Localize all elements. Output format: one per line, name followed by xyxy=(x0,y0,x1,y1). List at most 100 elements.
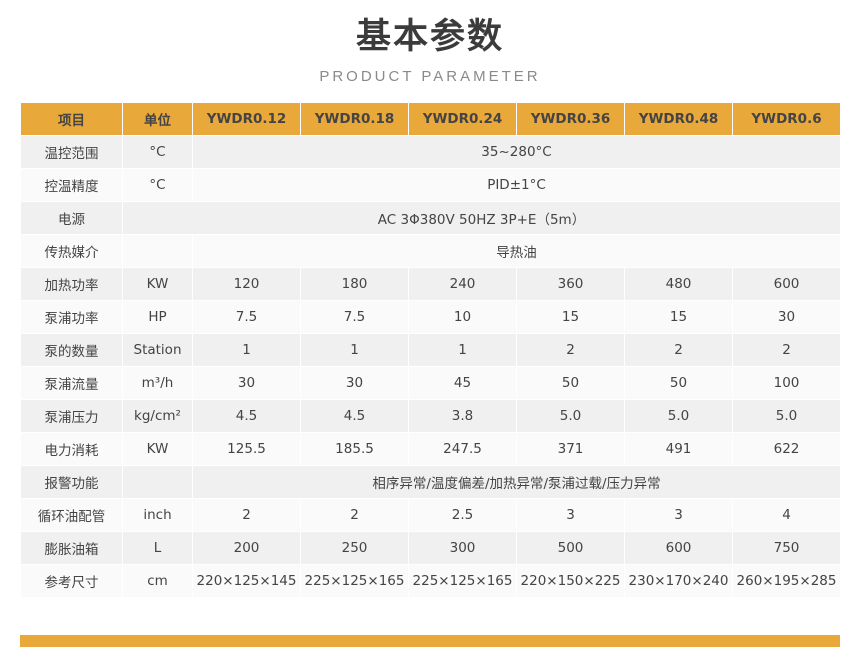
column-header-item: 项目 xyxy=(20,102,123,136)
row-merged-value: AC 3Φ380V 50HZ 3P+E（5m） xyxy=(122,201,841,235)
row-label: 控温精度 xyxy=(20,168,123,202)
row-value: 2 xyxy=(732,333,841,367)
column-header-model-4: YWDR0.36 xyxy=(516,102,625,136)
row-unit: KW xyxy=(122,267,193,301)
table-row: 参考尺寸 cm 220×125×145 225×125×165 225×125×… xyxy=(20,564,841,598)
table-row: 电力消耗 KW 125.5 185.5 247.5 371 491 622 xyxy=(20,432,841,466)
row-value: 125.5 xyxy=(192,432,301,466)
row-value: 7.5 xyxy=(300,300,409,334)
table-row: 加热功率 KW 120 180 240 360 480 600 xyxy=(20,267,841,301)
row-unit xyxy=(122,234,193,268)
row-value: 2 xyxy=(300,498,409,532)
row-value: 1 xyxy=(300,333,409,367)
row-unit: L xyxy=(122,531,193,565)
row-value: 220×125×145 xyxy=(192,564,301,598)
table-body: 温控范围 °C 35~280°C 控温精度 °C PID±1°C 电源 AC 3… xyxy=(20,135,841,598)
row-value: 50 xyxy=(516,366,625,400)
row-value: 120 xyxy=(192,267,301,301)
row-value: 240 xyxy=(408,267,517,301)
row-merged-value: 导热油 xyxy=(192,234,841,268)
row-unit: cm xyxy=(122,564,193,598)
row-value: 260×195×285 xyxy=(732,564,841,598)
table-row: 泵的数量 Station 1 1 1 2 2 2 xyxy=(20,333,841,367)
row-value: 4 xyxy=(732,498,841,532)
product-parameter-page: 基本参数 PRODUCT PARAMETER 项目 单位 YWDR0.12 YW… xyxy=(0,0,860,647)
row-value: 30 xyxy=(300,366,409,400)
table-header: 项目 单位 YWDR0.12 YWDR0.18 YWDR0.24 YWDR0.3… xyxy=(20,102,841,136)
column-header-model-2: YWDR0.18 xyxy=(300,102,409,136)
bottom-accent-bar xyxy=(20,635,840,647)
row-label: 传热媒介 xyxy=(20,234,123,268)
table-row: 传热媒介 导热油 xyxy=(20,234,841,268)
row-value: 100 xyxy=(732,366,841,400)
table-row: 报警功能 相序异常/温度偏差/加热异常/泵浦过载/压力异常 xyxy=(20,465,841,499)
row-value: 5.0 xyxy=(516,399,625,433)
row-unit: Station xyxy=(122,333,193,367)
row-unit: KW xyxy=(122,432,193,466)
row-value: 30 xyxy=(192,366,301,400)
row-value: 15 xyxy=(624,300,733,334)
row-value: 225×125×165 xyxy=(408,564,517,598)
row-unit: inch xyxy=(122,498,193,532)
row-value: 230×170×240 xyxy=(624,564,733,598)
row-value: 2.5 xyxy=(408,498,517,532)
row-label: 电源 xyxy=(20,201,123,235)
row-value: 4.5 xyxy=(192,399,301,433)
row-label: 循环油配管 xyxy=(20,498,123,532)
row-value: 200 xyxy=(192,531,301,565)
row-unit: °C xyxy=(122,135,193,169)
table-row: 泵浦流量 m³/h 30 30 45 50 50 100 xyxy=(20,366,841,400)
row-value: 180 xyxy=(300,267,409,301)
row-label: 泵浦功率 xyxy=(20,300,123,334)
table-row: 电源 AC 3Φ380V 50HZ 3P+E（5m） xyxy=(20,201,841,235)
column-header-model-3: YWDR0.24 xyxy=(408,102,517,136)
row-value: 4.5 xyxy=(300,399,409,433)
row-value: 30 xyxy=(732,300,841,334)
row-value: 300 xyxy=(408,531,517,565)
row-unit: HP xyxy=(122,300,193,334)
row-unit: kg/cm² xyxy=(122,399,193,433)
row-merged-value: PID±1°C xyxy=(192,168,841,202)
row-value: 50 xyxy=(624,366,733,400)
row-value: 600 xyxy=(732,267,841,301)
row-value: 750 xyxy=(732,531,841,565)
row-value: 185.5 xyxy=(300,432,409,466)
row-label: 膨胀油箱 xyxy=(20,531,123,565)
row-label: 泵的数量 xyxy=(20,333,123,367)
table-row: 控温精度 °C PID±1°C xyxy=(20,168,841,202)
row-value: 2 xyxy=(516,333,625,367)
parameter-table: 项目 单位 YWDR0.12 YWDR0.18 YWDR0.24 YWDR0.3… xyxy=(20,102,841,598)
row-label: 电力消耗 xyxy=(20,432,123,466)
row-value: 15 xyxy=(516,300,625,334)
row-label: 加热功率 xyxy=(20,267,123,301)
row-value: 3.8 xyxy=(408,399,517,433)
page-title: 基本参数 xyxy=(355,17,504,57)
row-merged-value: 相序异常/温度偏差/加热异常/泵浦过载/压力异常 xyxy=(192,465,841,499)
table-row: 循环油配管 inch 2 2 2.5 3 3 4 xyxy=(20,498,841,532)
column-header-model-5: YWDR0.48 xyxy=(624,102,733,136)
row-value: 2 xyxy=(624,333,733,367)
row-value: 5.0 xyxy=(624,399,733,433)
table-row: 温控范围 °C 35~280°C xyxy=(20,135,841,169)
row-value: 7.5 xyxy=(192,300,301,334)
row-value: 225×125×165 xyxy=(300,564,409,598)
row-value: 491 xyxy=(624,432,733,466)
row-value: 45 xyxy=(408,366,517,400)
row-label: 泵浦压力 xyxy=(20,399,123,433)
row-value: 360 xyxy=(516,267,625,301)
row-value: 1 xyxy=(192,333,301,367)
row-value: 2 xyxy=(192,498,301,532)
column-header-model-6: YWDR0.6 xyxy=(732,102,841,136)
table-header-row: 项目 单位 YWDR0.12 YWDR0.18 YWDR0.24 YWDR0.3… xyxy=(20,102,841,136)
row-label: 泵浦流量 xyxy=(20,366,123,400)
row-value: 250 xyxy=(300,531,409,565)
row-value: 5.0 xyxy=(732,399,841,433)
table-row: 泵浦压力 kg/cm² 4.5 4.5 3.8 5.0 5.0 5.0 xyxy=(20,399,841,433)
row-value: 371 xyxy=(516,432,625,466)
row-label: 报警功能 xyxy=(20,465,123,499)
column-header-model-1: YWDR0.12 xyxy=(192,102,301,136)
row-merged-value: 35~280°C xyxy=(192,135,841,169)
row-value: 622 xyxy=(732,432,841,466)
row-value: 3 xyxy=(624,498,733,532)
row-value: 247.5 xyxy=(408,432,517,466)
